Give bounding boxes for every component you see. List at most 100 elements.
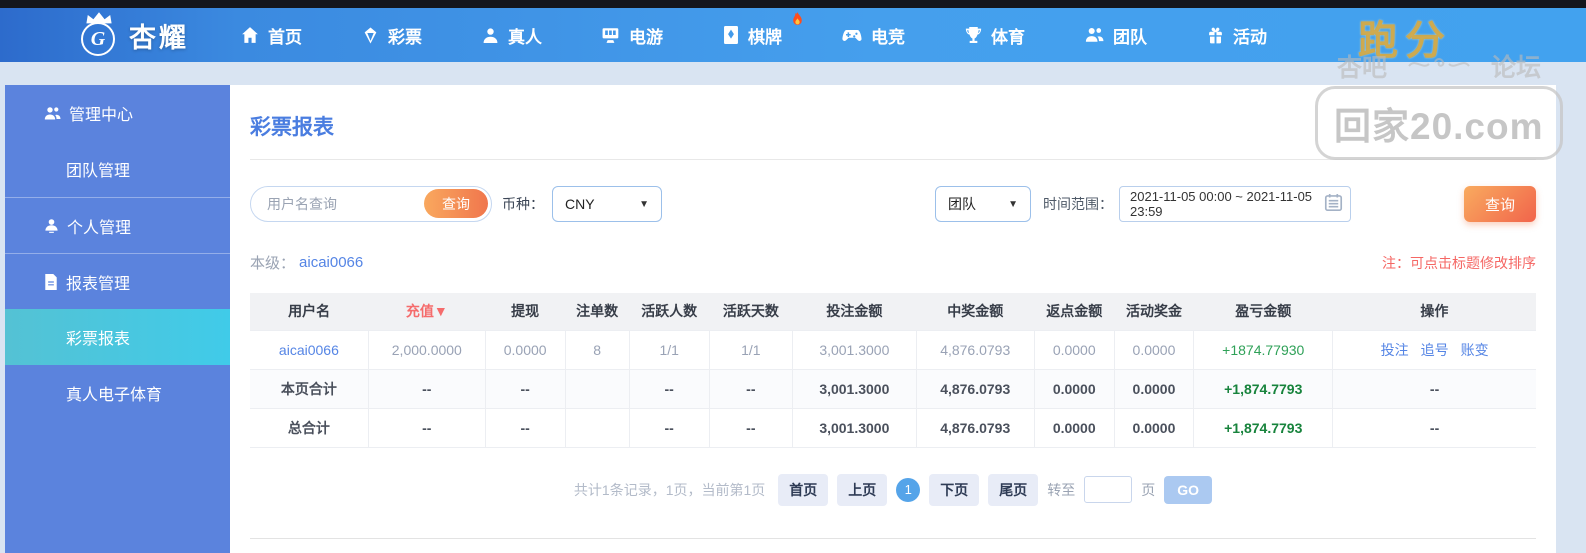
nav-item-label: 体育 (991, 27, 1025, 47)
col-header-username[interactable]: 用户名 (250, 293, 369, 330)
cell-bonus: 0.0000 (1113, 329, 1194, 369)
col-header-profit[interactable]: 盈亏金额 (1193, 293, 1333, 330)
table-row: aicai0066 2,000.0000 0.0000 8 1/1 1/1 3,… (250, 329, 1536, 369)
col-header-actions[interactable]: 操作 (1332, 293, 1536, 330)
total-cell: -- (708, 368, 793, 408)
cell-actions: 投注 追号 账变 (1332, 329, 1536, 369)
username-search-input[interactable] (267, 196, 407, 212)
total-profit: +1,874.7793 (1224, 419, 1303, 436)
scope-value: 团队 (948, 196, 976, 212)
total-cell: -- (1332, 368, 1536, 408)
total-cell: -- (1332, 407, 1536, 448)
next-page-button[interactable]: 下页 (929, 473, 980, 506)
nav-item-home[interactable]: 首页 (211, 8, 332, 62)
col-header-label: 充值 (405, 303, 434, 320)
col-header-rebate[interactable]: 返点金额 (1034, 293, 1115, 330)
total-cell: 4,876.0793 (915, 407, 1035, 448)
total-cell: 4,876.0793 (915, 368, 1035, 408)
bets-link[interactable]: 投注 (1381, 342, 1409, 358)
sidebar-item-label: 团队管理 (66, 163, 131, 180)
col-header-bonus[interactable]: 活动奖金 (1114, 293, 1194, 330)
cell-bet-count: 8 (564, 329, 630, 369)
col-header-bet-count[interactable]: 注单数 (565, 293, 630, 330)
chevron-down-icon: ▼ (1008, 198, 1018, 210)
query-button[interactable]: 查询 (1464, 186, 1536, 222)
title-divider (250, 159, 1536, 160)
col-header-active-days[interactable]: 活跃天数 (709, 293, 793, 330)
goto-page-input[interactable] (1084, 476, 1133, 503)
username-search-pill: 查询 (250, 186, 492, 222)
sidebar-item-admin-center[interactable]: 管理中心 (5, 85, 230, 141)
col-header-win-amount[interactable]: 中奖金额 (916, 293, 1035, 330)
pagination: 共计1条记录，1页，当前第1页 首页 上页 1 下页 尾页 转至 页 GO (250, 473, 1536, 506)
total-cell (564, 407, 630, 448)
col-header-bet-amount[interactable]: 投注金额 (792, 293, 917, 330)
account-change-link[interactable]: 账变 (1461, 342, 1489, 358)
sidebar-item-lottery-report[interactable]: 彩票报表 (5, 309, 230, 365)
site-logo[interactable]: G 杏耀 (78, 12, 189, 57)
nav-item-chess[interactable]: 棋牌 (693, 8, 812, 62)
page-title: 彩票报表 (250, 116, 334, 139)
sidebar-item-live-esports[interactable]: 真人电子体育 (5, 365, 230, 421)
total-profit: +1,874.7793 (1224, 380, 1303, 397)
total-cell: 0.0000 (1113, 407, 1194, 448)
total-cell: -- (367, 407, 486, 448)
nav-item-sports[interactable]: 体育 (935, 8, 1055, 62)
chase-link[interactable]: 追号 (1421, 342, 1449, 358)
total-cell (564, 368, 630, 408)
total-cell: -- (367, 368, 486, 408)
date-range-input[interactable]: 2021-11-05 00:00 ~ 2021-11-05 23:59 (1119, 186, 1351, 222)
sidebar-item-personal-management[interactable]: 个人管理 (5, 197, 230, 253)
browser-top-strip (0, 0, 1586, 8)
sidebar-item-team-management[interactable]: 团队管理 (5, 141, 230, 197)
table-header-row: 用户名 充值▼ 提现 注单数 活跃人数 活跃天数 投注金额 中奖金额 返点金额 … (250, 293, 1536, 330)
nav-item-esports[interactable]: 电竞 (812, 8, 935, 62)
col-header-withdraw[interactable]: 提现 (485, 293, 566, 330)
nav-item-egame[interactable]: 电游 (572, 8, 693, 62)
nav-item-label: 棋牌 (748, 27, 782, 47)
page-unit-label: 页 (1141, 481, 1156, 498)
nav-item-label: 团队 (1113, 27, 1147, 47)
currency-value: CNY (565, 196, 595, 212)
main-content: 彩票报表 查询 币种： CNY ▼ 团队 ▼ 时间范围： 2021-11-05 … (230, 85, 1556, 553)
scope-select[interactable]: 团队 ▼ (935, 186, 1031, 222)
grand-total-row: 总合计 -- -- -- -- 3,001.3000 4,876.0793 0.… (250, 407, 1536, 448)
calendar-icon (1324, 193, 1343, 215)
nav-item-team[interactable]: 团队 (1055, 8, 1177, 62)
first-page-button[interactable]: 首页 (778, 473, 829, 506)
col-header-recharge-sorted[interactable]: 充值▼ (368, 293, 486, 330)
live-icon (482, 27, 499, 44)
date-range-label: 时间范围： (1043, 196, 1113, 212)
logo-crown-icon: G (78, 12, 120, 57)
sidebar-item-label: 报表管理 (66, 275, 131, 293)
total-cell: 0.0000 (1113, 368, 1194, 408)
goto-label: 转至 (1047, 481, 1076, 498)
bottom-divider (250, 537, 1536, 539)
nav-item-activity[interactable]: 活动 (1177, 8, 1297, 62)
sort-note: 注：可点击标题修改排序 (1382, 254, 1536, 271)
logo-monogram: G (81, 22, 115, 56)
currency-select[interactable]: CNY ▼ (552, 186, 662, 222)
prev-page-button[interactable]: 上页 (837, 473, 888, 506)
level-row: 本级： aicai0066 注：可点击标题修改排序 (250, 252, 1536, 273)
nav-item-label: 电游 (629, 27, 663, 47)
lottery-icon (362, 27, 379, 44)
col-header-active-users[interactable]: 活跃人数 (629, 293, 710, 330)
top-navbar: G 杏耀 首页 彩票 真人 电游 棋牌 电竞 体育 团队 活动 (0, 8, 1586, 62)
date-range-value: 2021-11-05 00:00 ~ 2021-11-05 23:59 (1130, 189, 1313, 219)
nav-item-label: 真人 (508, 27, 542, 47)
cell-active-users: 1/1 (628, 329, 710, 369)
sidebar-item-label: 个人管理 (67, 219, 132, 237)
level-value-link[interactable]: aicai0066 (299, 254, 363, 271)
total-label: 总合计 (250, 407, 369, 448)
cell-win-amount: 4,876.0793 (915, 329, 1035, 369)
nav-item-live[interactable]: 真人 (452, 8, 572, 62)
current-page-indicator[interactable]: 1 (896, 477, 921, 502)
go-button[interactable]: GO (1164, 475, 1213, 504)
sidebar-item-report-management[interactable]: 报表管理 (5, 253, 230, 309)
username-link[interactable]: aicai0066 (279, 342, 339, 358)
nav-item-lottery[interactable]: 彩票 (332, 8, 452, 62)
last-page-button[interactable]: 尾页 (988, 473, 1039, 506)
username-search-button[interactable]: 查询 (424, 189, 488, 218)
total-cell: 3,001.3000 (792, 368, 917, 408)
